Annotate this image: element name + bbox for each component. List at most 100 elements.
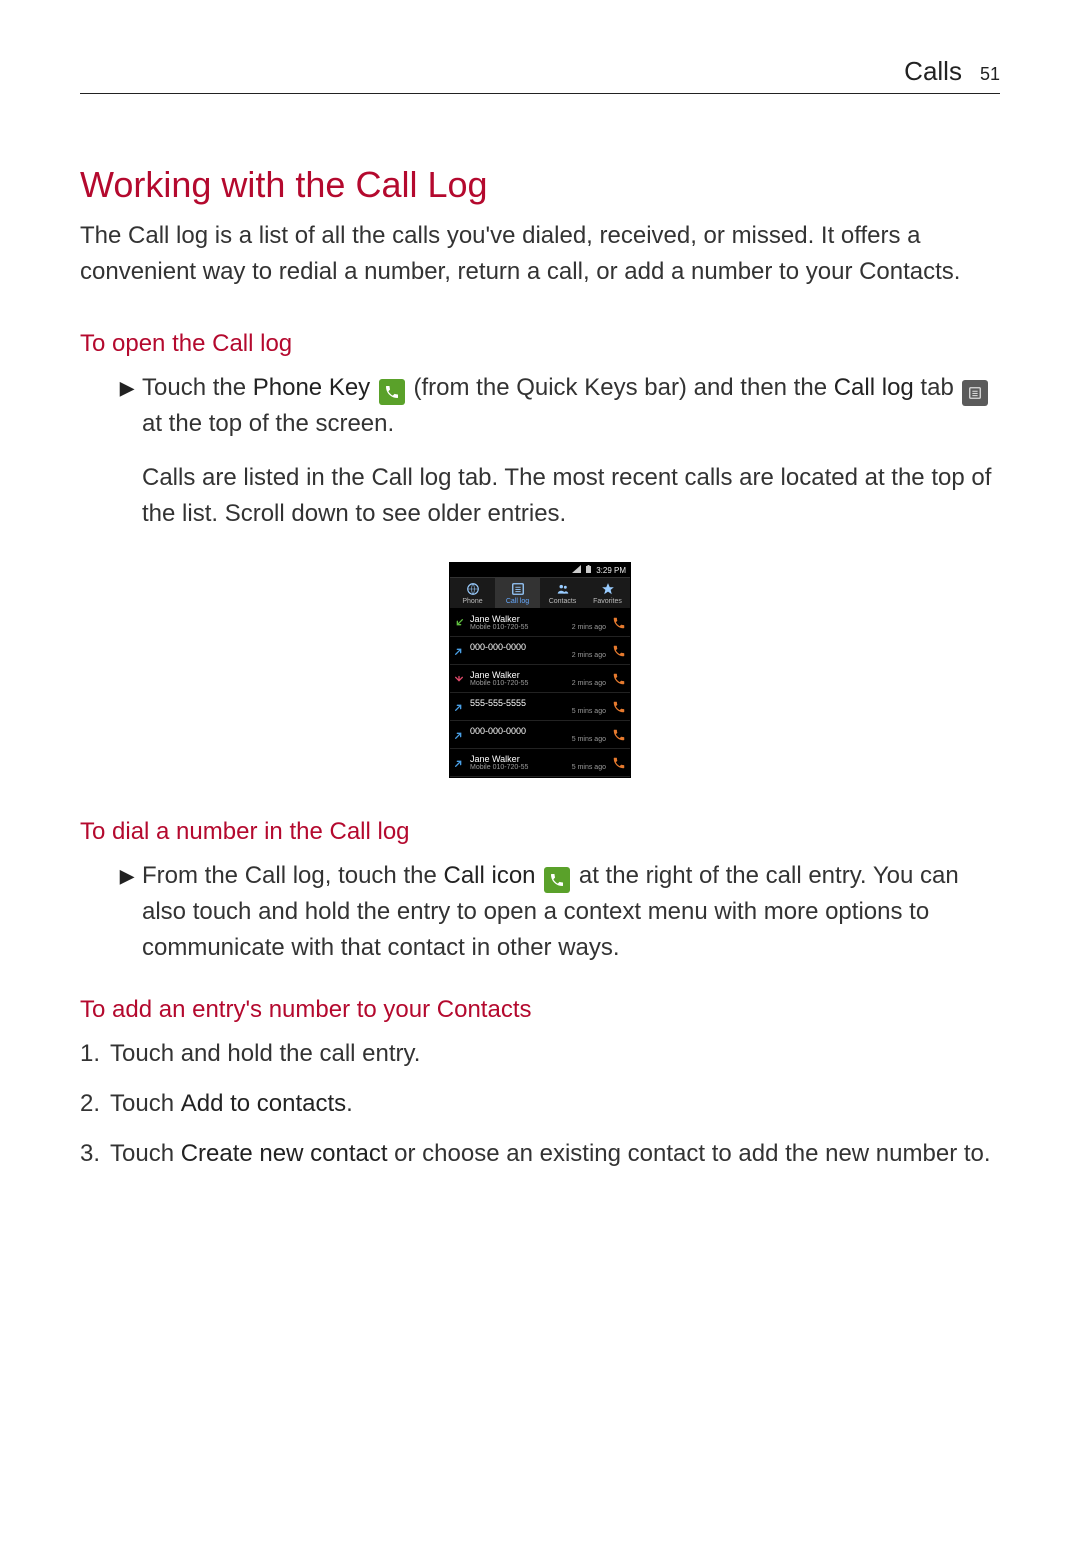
phone-tab-favorites[interactable]: Favorites (585, 578, 630, 608)
header-section-label: Calls (904, 56, 962, 87)
tab-label: Contacts (549, 598, 577, 605)
entry-call-icon[interactable] (612, 700, 626, 714)
page-title: Working with the Call Log (80, 164, 1000, 206)
entry-details: Jane WalkerMobile 010-720-55 5 mins ago (470, 754, 606, 771)
call-log-screenshot: 3:29 PM Phone Call log Contacts Favorites J… (80, 562, 1000, 778)
entry-details: 000-000-00002 mins ago (470, 642, 606, 659)
dial-number-bullet: ▶ From the Call log, touch the Call icon… (80, 858, 1000, 966)
call-log-entry[interactable]: Jane WalkerMobile 010-720-55 2 mins ago (450, 665, 630, 693)
entry-time: 5 mins ago (572, 736, 606, 743)
phone-tab-call-log[interactable]: Call log (495, 578, 540, 608)
tab-icon (601, 582, 615, 596)
call-type-incoming-icon (454, 618, 464, 628)
call-log-entry[interactable]: 000-000-00005 mins ago (450, 721, 630, 749)
call-icon (544, 867, 570, 893)
bullet-arrow-icon: ▶ (120, 858, 142, 894)
text-fragment: tab (914, 374, 961, 401)
phone-tabs: Phone Call log Contacts Favorites (450, 577, 630, 609)
step-3: 3. Touch Create new contact or choose an… (80, 1136, 1000, 1172)
manual-page: Calls 51 Working with the Call Log The C… (0, 0, 1080, 1552)
step-number: 2. (80, 1086, 110, 1122)
entry-details: Jane WalkerMobile 010-720-55 2 mins ago (470, 670, 606, 687)
entry-sub: Mobile 010-720-55 (470, 764, 528, 771)
call-type-outgoing-icon (454, 730, 464, 740)
add-to-contacts-steps: 1. Touch and hold the call entry. 2. Tou… (80, 1036, 1000, 1172)
entry-sub: Mobile 010-720-55 (470, 624, 528, 631)
tab-label: Call log (506, 598, 529, 605)
entry-name: 555-555-5555 (470, 698, 606, 708)
entry-details: Jane WalkerMobile 010-720-55 2 mins ago (470, 614, 606, 631)
entry-call-icon[interactable] (612, 672, 626, 686)
entry-name: 000-000-0000 (470, 726, 606, 736)
heading-add-to-contacts: To add an entry's number to your Contact… (80, 996, 1000, 1024)
call-log-entry[interactable]: Jane WalkerMobile 010-720-55 2 mins ago (450, 609, 630, 637)
text-fragment: or choose an existing contact to add the… (388, 1140, 991, 1167)
call-log-entry[interactable]: 000-000-00002 mins ago (450, 637, 630, 665)
dial-number-text: From the Call log, touch the Call icon a… (142, 858, 1000, 966)
tab-icon (556, 582, 570, 596)
open-call-log-text: Touch the Phone Key (from the Quick Keys… (142, 370, 1000, 442)
phone-key-label: Phone Key (253, 374, 370, 401)
entry-time: 5 mins ago (572, 708, 606, 715)
step-number: 3. (80, 1136, 110, 1172)
text-fragment: at the top of the screen. (142, 410, 394, 437)
call-log-entries: Jane WalkerMobile 010-720-552 mins ago00… (450, 609, 630, 777)
status-time: 3:29 PM (596, 566, 626, 575)
battery-icon (585, 565, 592, 575)
call-log-label: Call log (834, 374, 914, 401)
entry-call-icon[interactable] (612, 644, 626, 658)
call-type-outgoing-icon (454, 702, 464, 712)
create-new-contact-label: Create new contact (181, 1140, 388, 1167)
call-log-entry[interactable]: Jane WalkerMobile 010-720-55 5 mins ago (450, 749, 630, 777)
text-fragment: Touch the (142, 374, 253, 401)
call-type-outgoing-icon (454, 646, 464, 656)
entry-time: 2 mins ago (572, 624, 606, 631)
signal-icon (572, 565, 581, 575)
text-fragment: (from the Quick Keys bar) and then the (407, 374, 834, 401)
phone-status-bar: 3:29 PM (450, 563, 630, 577)
text-fragment: . (346, 1090, 353, 1117)
page-header: Calls 51 (80, 56, 1000, 94)
bullet-arrow-icon: ▶ (120, 370, 142, 406)
intro-paragraph: The Call log is a list of all the calls … (80, 218, 1000, 290)
phone-screen: 3:29 PM Phone Call log Contacts Favorites J… (449, 562, 631, 778)
text-fragment: Calls are listed in the (142, 464, 371, 491)
entry-name: Jane Walker (470, 670, 606, 680)
step-number: 1. (80, 1036, 110, 1072)
heading-open-call-log: To open the Call log (80, 330, 1000, 358)
open-call-log-bullet: ▶ Touch the Phone Key (from the Quick Ke… (80, 370, 1000, 532)
text-fragment: Touch (110, 1140, 181, 1167)
text-fragment: Touch (110, 1090, 181, 1117)
entry-time: 2 mins ago (572, 680, 606, 687)
entry-call-icon[interactable] (612, 756, 626, 770)
entry-details: 000-000-00005 mins ago (470, 726, 606, 743)
entry-details: 555-555-55555 mins ago (470, 698, 606, 715)
call-type-missed-icon (454, 674, 464, 684)
step-1: 1. Touch and hold the call entry. (80, 1036, 1000, 1072)
open-call-log-follow: Calls are listed in the Call log tab. Th… (120, 460, 1000, 532)
step-text: Touch Add to contacts. (110, 1086, 1000, 1122)
phone-tab-phone[interactable]: Phone (450, 578, 495, 608)
entry-name: Jane Walker (470, 614, 606, 624)
entry-time: 5 mins ago (572, 764, 606, 771)
step-2: 2. Touch Add to contacts. (80, 1086, 1000, 1122)
tab-label: Favorites (593, 598, 622, 605)
entry-sub: Mobile 010-720-55 (470, 680, 528, 687)
tab-icon (511, 582, 525, 596)
step-text: Touch Create new contact or choose an ex… (110, 1136, 1000, 1172)
entry-time: 2 mins ago (572, 652, 606, 659)
call-icon-label: Call icon (443, 862, 535, 889)
call-log-entry[interactable]: 555-555-55555 mins ago (450, 693, 630, 721)
entry-call-icon[interactable] (612, 728, 626, 742)
call-log-tab-icon (962, 380, 988, 406)
text-fragment: From the Call log, touch the (142, 862, 443, 889)
tab-label: Phone (462, 598, 482, 605)
tab-icon (466, 582, 480, 596)
entry-name: 000-000-0000 (470, 642, 606, 652)
entry-name: Jane Walker (470, 754, 606, 764)
call-log-label: Call log (371, 464, 451, 491)
phone-tab-contacts[interactable]: Contacts (540, 578, 585, 608)
add-to-contacts-label: Add to contacts (181, 1090, 346, 1117)
heading-dial-number: To dial a number in the Call log (80, 818, 1000, 846)
entry-call-icon[interactable] (612, 616, 626, 630)
